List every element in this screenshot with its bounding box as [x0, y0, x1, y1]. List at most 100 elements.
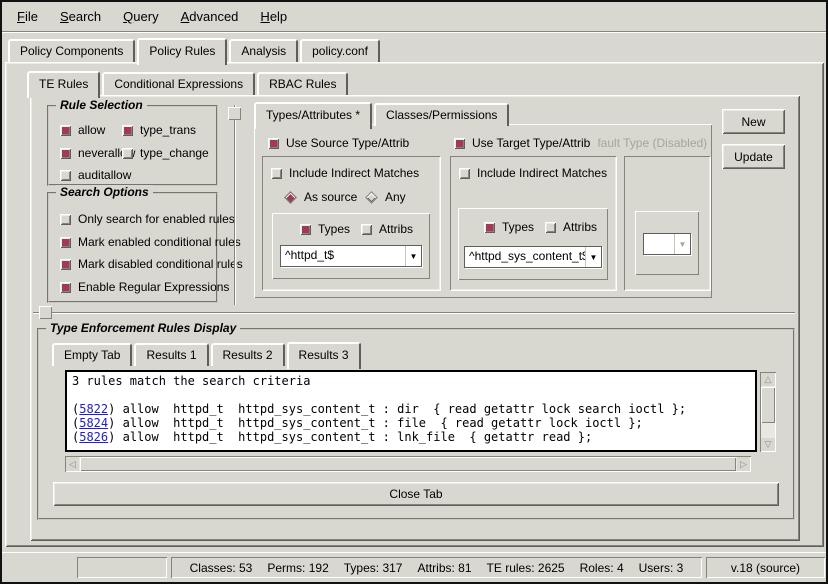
menu-query[interactable]: Query — [112, 5, 169, 28]
tab-analysis[interactable]: Analysis — [229, 39, 298, 62]
horizontal-scrollbar-thumb[interactable] — [80, 457, 736, 471]
checkbox-allow[interactable]: allow — [60, 123, 105, 137]
tab-policy-rules[interactable]: Policy Rules — [137, 38, 227, 65]
close-tab-button[interactable]: Close Tab — [53, 482, 779, 506]
tab-rbac-rules[interactable]: RBAC Rules — [257, 72, 348, 95]
tab-types-attributes[interactable]: Types/Attributes * — [254, 102, 372, 129]
menu-help[interactable]: Help — [249, 5, 298, 28]
scroll-down-icon[interactable]: ▽ — [761, 438, 775, 451]
tab-classes-permissions[interactable]: Classes/Permissions — [374, 103, 509, 126]
chevron-down-icon[interactable]: ▼ — [585, 247, 601, 267]
checkbox-indicator — [454, 138, 465, 149]
checkbox-type-change[interactable]: type_change — [122, 146, 209, 160]
update-button[interactable]: Update — [722, 144, 785, 169]
checkbox-indicator — [60, 237, 71, 248]
checkbox-mark-disabled[interactable]: Mark disabled conditional rules — [60, 257, 243, 271]
checkbox-auditallow[interactable]: auditallow — [60, 168, 131, 182]
checkbox-enable-regex[interactable]: Enable Regular Expressions — [60, 280, 229, 294]
ta-panel: Use Source Type/Attrib Include Indirect … — [254, 124, 712, 298]
checkbox-target-indirect[interactable]: Include Indirect Matches — [459, 166, 607, 180]
combobox-value — [644, 234, 674, 254]
menu-bar: File Search Query Advanced Help — [2, 2, 826, 31]
tab-policy-conf[interactable]: policy.conf — [300, 39, 380, 62]
rule-text: ) allow httpd_t httpd_sys_content_t : ln… — [108, 430, 592, 444]
stat-roles: Roles: 4 — [580, 561, 624, 575]
rule-id-link[interactable]: 5826 — [79, 430, 108, 444]
menu-search[interactable]: Search — [49, 5, 112, 28]
vertical-scrollbar-thumb[interactable] — [761, 387, 775, 423]
tab-results-3[interactable]: Results 3 — [287, 342, 361, 369]
checkbox-only-enabled[interactable]: Only search for enabled rules — [60, 212, 235, 226]
scroll-left-icon[interactable]: ◁ — [66, 457, 79, 471]
results-text[interactable]: 3 rules match the search criteria (5822)… — [65, 370, 757, 452]
checkbox-indicator — [545, 222, 556, 233]
checkbox-type-trans[interactable]: type_trans — [122, 123, 196, 137]
scrollbar-trough[interactable] — [761, 424, 775, 438]
checkbox-target-attribs[interactable]: Attribs — [545, 220, 597, 234]
checkbox-label: Include Indirect Matches — [477, 166, 607, 180]
tab-te-rules[interactable]: TE Rules — [27, 71, 100, 98]
horizontal-sash-handle[interactable] — [39, 306, 52, 319]
tab-empty[interactable]: Empty Tab — [52, 343, 132, 366]
checkbox-source-types[interactable]: Types — [300, 222, 350, 236]
menu-file[interactable]: File — [6, 5, 49, 28]
vertical-sash-handle[interactable] — [228, 107, 241, 120]
checkbox-indicator — [60, 170, 71, 181]
checkbox-label: Types — [318, 222, 350, 236]
checkbox-indicator — [60, 282, 71, 293]
vertical-sash — [234, 105, 236, 305]
checkbox-use-source[interactable]: Use Source Type/Attrib — [268, 136, 409, 150]
rule-selection-title: Rule Selection — [56, 98, 147, 112]
chevron-down-icon[interactable]: ▼ — [405, 246, 421, 266]
checkbox-target-types[interactable]: Types — [484, 220, 534, 234]
radio-label: As source — [304, 190, 357, 204]
tab-policy-components[interactable]: Policy Components — [8, 39, 135, 62]
checkbox-label: Only search for enabled rules — [78, 212, 235, 226]
menu-separator — [2, 31, 826, 33]
target-type-combobox[interactable]: ^httpd_sys_content_t$ ▼ — [464, 246, 602, 268]
default-type-combobox: ▼ — [643, 233, 691, 255]
rule-id-link[interactable]: 5822 — [79, 402, 108, 416]
checkbox-use-target[interactable]: Use Target Type/Attrib — [454, 136, 590, 150]
rule-selection-group: Rule Selection allow type_trans neverall… — [47, 105, 218, 186]
te-rules-display-title: Type Enforcement Rules Display — [46, 321, 240, 335]
results-summary: 3 rules match the search criteria — [72, 374, 750, 388]
chevron-down-icon: ▼ — [674, 234, 690, 254]
radio-indicator — [365, 191, 378, 204]
checkbox-indicator — [60, 125, 71, 136]
stat-perms: Perms: 192 — [267, 561, 328, 575]
rule-id-link[interactable]: 5824 — [79, 416, 108, 430]
radio-any[interactable]: Any — [365, 190, 406, 204]
checkbox-mark-enabled[interactable]: Mark enabled conditional rules — [60, 235, 241, 249]
new-button[interactable]: New — [722, 109, 785, 134]
scroll-right-icon[interactable]: ▷ — [737, 457, 750, 471]
horizontal-scrollbar[interactable]: ◁ ▷ — [65, 456, 751, 472]
status-version-box: v.18 (source) — [706, 557, 825, 578]
tab-conditional-expressions[interactable]: Conditional Expressions — [102, 72, 255, 95]
rule-text: ) allow httpd_t httpd_sys_content_t : fi… — [108, 416, 643, 430]
blank-line — [72, 388, 750, 402]
default-type-frame: ▼ — [624, 156, 710, 290]
checkbox-indicator — [60, 148, 71, 159]
stat-classes: Classes: 53 — [190, 561, 253, 575]
checkbox-indicator — [361, 224, 372, 235]
vertical-scrollbar[interactable]: △ ▽ — [760, 372, 776, 452]
tab-results-1[interactable]: Results 1 — [134, 343, 208, 366]
rule-line: (5826) allow httpd_t httpd_sys_content_t… — [72, 430, 750, 444]
checkbox-source-attribs[interactable]: Attribs — [361, 222, 413, 236]
checkbox-indicator — [268, 138, 279, 149]
scroll-up-icon[interactable]: △ — [761, 373, 775, 386]
radio-as-source[interactable]: As source — [284, 190, 357, 204]
search-options-group: Search Options Only search for enabled r… — [47, 192, 218, 303]
checkbox-label: type_trans — [140, 123, 196, 137]
menu-advanced[interactable]: Advanced — [170, 5, 250, 28]
target-types-box: Types Attribs ^httpd_sys_content_t$ ▼ — [458, 208, 608, 280]
stat-types: Types: 317 — [344, 561, 403, 575]
target-frame: Include Indirect Matches Types Attribs ^… — [450, 156, 616, 290]
checkbox-source-indirect[interactable]: Include Indirect Matches — [271, 166, 419, 180]
source-type-combobox[interactable]: ^httpd_t$ ▼ — [280, 245, 422, 267]
checkbox-label: Attribs — [379, 222, 413, 236]
policy-version: v.18 (source) — [731, 561, 800, 575]
checkbox-label: Use Source Type/Attrib — [286, 136, 409, 150]
tab-results-2[interactable]: Results 2 — [211, 343, 285, 366]
